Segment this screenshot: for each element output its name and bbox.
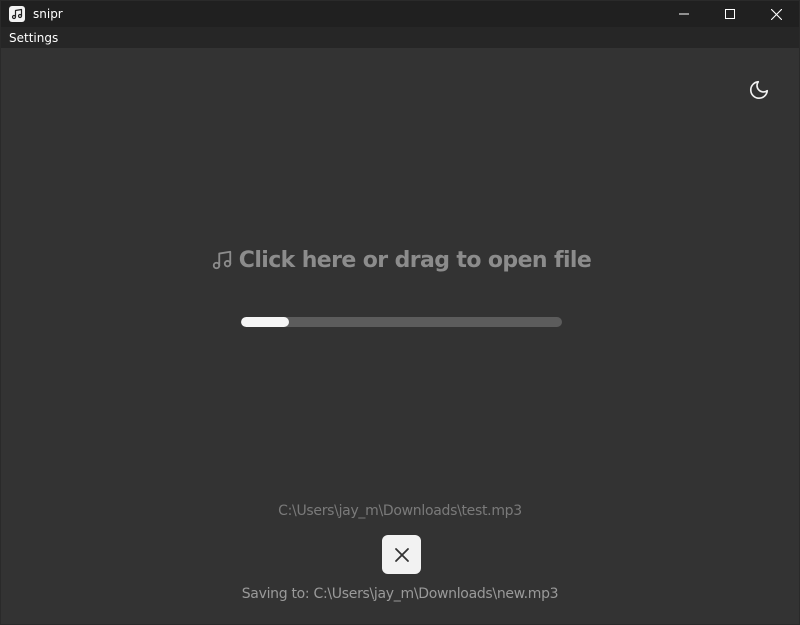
maximize-icon [725, 9, 735, 19]
saving-label: Saving to: [241, 586, 310, 602]
dropzone-label: Click here or drag to open file [238, 247, 592, 273]
close-icon [394, 547, 409, 562]
title-bar[interactable]: snipr [1, 1, 799, 27]
window-title: snipr [33, 7, 63, 21]
output-path-line: Saving to: C:\Users\jay_m\Downloads\new.… [1, 586, 799, 602]
progress-fill [241, 317, 290, 327]
menu-bar: Settings [1, 27, 799, 48]
window-controls [661, 1, 799, 27]
close-window-button[interactable] [753, 1, 799, 27]
maximize-button[interactable] [707, 1, 753, 27]
moon-icon [749, 80, 769, 100]
minimize-button[interactable] [661, 1, 707, 27]
open-file-dropzone[interactable]: Click here or drag to open file [201, 241, 601, 279]
source-file-path: C:\Users\jay_m\Downloads\test.mp3 [278, 503, 522, 519]
menu-item-settings[interactable]: Settings [9, 31, 58, 45]
minimize-icon [679, 13, 689, 15]
music-note-icon [212, 250, 231, 270]
close-icon [770, 8, 782, 20]
theme-toggle-button[interactable] [747, 78, 771, 102]
music-note-icon [9, 6, 25, 22]
progress-bar [241, 317, 562, 327]
app-window: snipr Settings Click here or drag to ope… [0, 0, 800, 625]
cancel-button[interactable] [382, 535, 421, 574]
output-file-path: C:\Users\jay_m\Downloads\new.mp3 [313, 586, 559, 602]
